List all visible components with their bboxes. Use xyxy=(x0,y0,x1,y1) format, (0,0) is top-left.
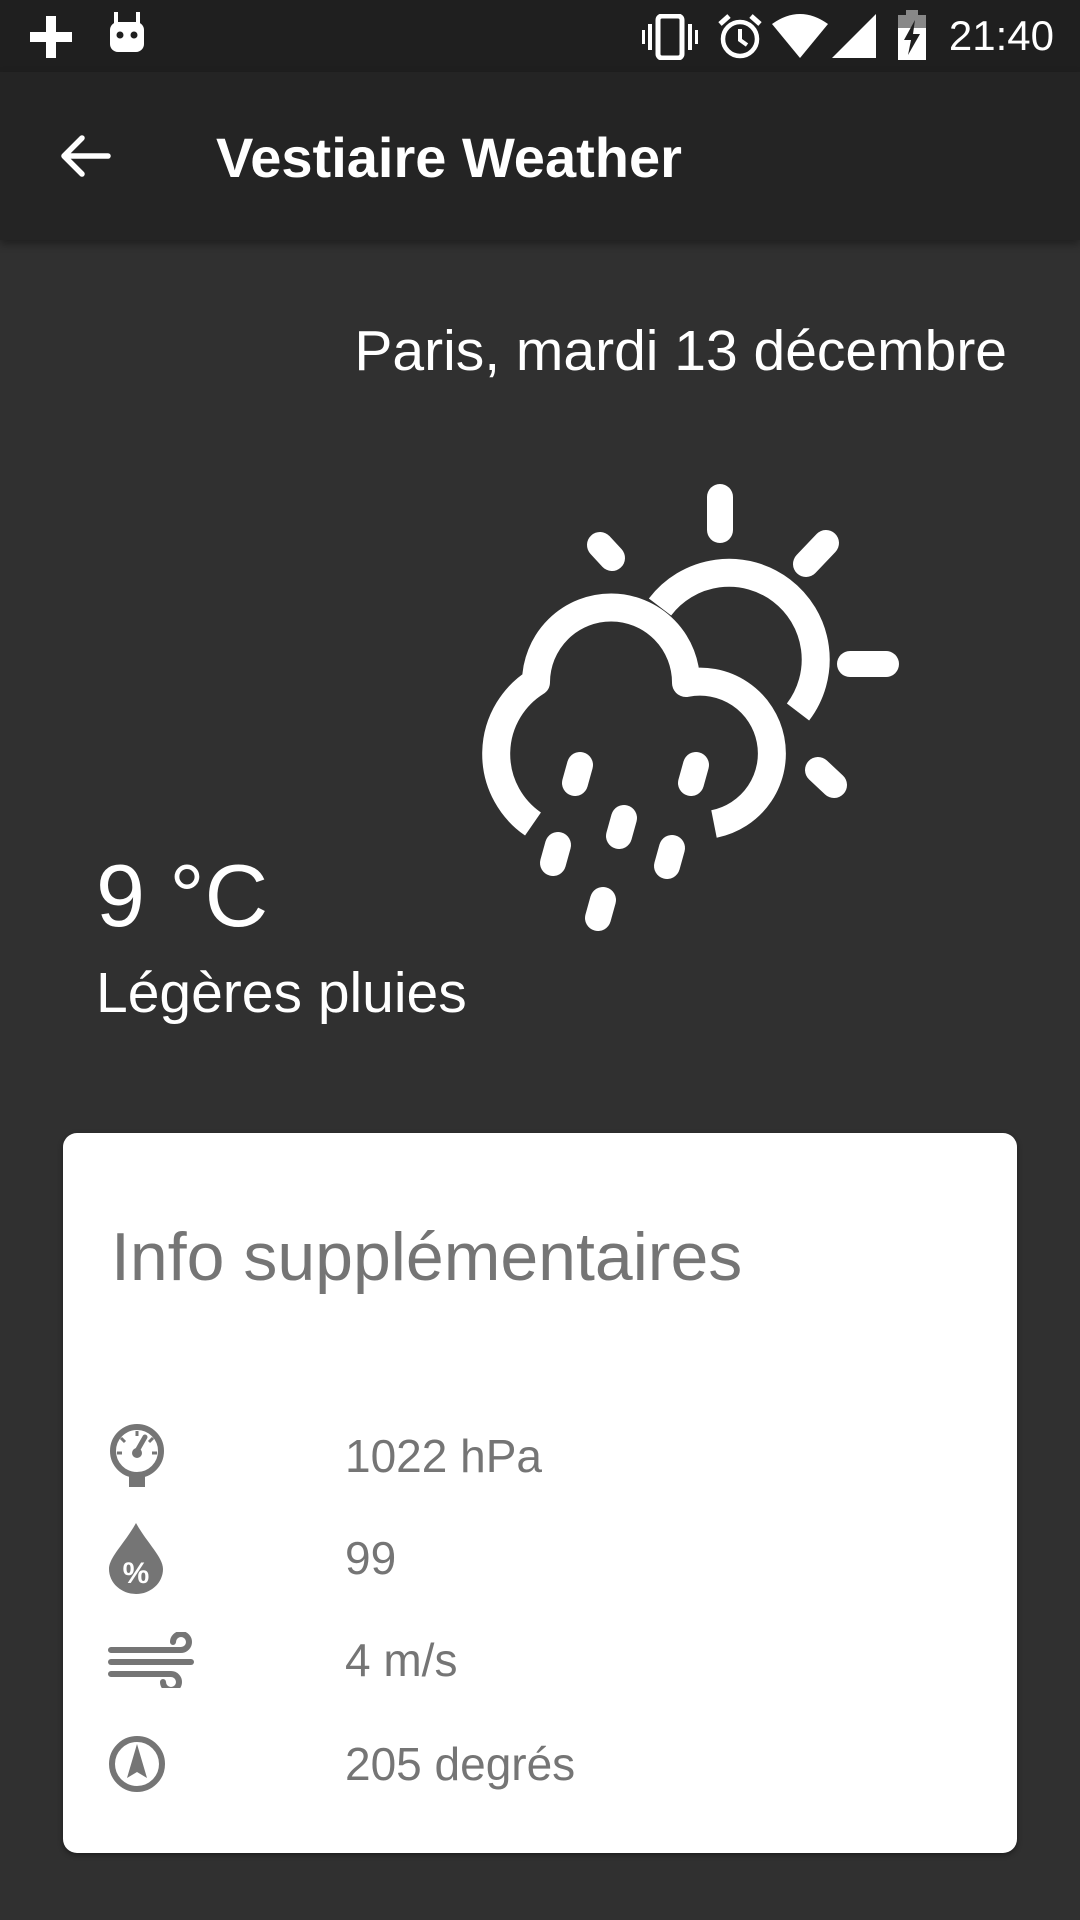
partly-cloudy-rain-icon xyxy=(482,484,899,931)
card-title: Info supplémentaires xyxy=(111,1219,743,1295)
vibrate-icon xyxy=(642,14,698,60)
compass-icon xyxy=(109,1736,165,1792)
plus-icon xyxy=(30,16,72,58)
status-time: 21:40 xyxy=(948,12,1054,59)
arrow-back-icon xyxy=(61,135,111,177)
location-date: Paris, mardi 13 décembre xyxy=(354,319,1007,383)
temperature: 9 °C xyxy=(96,846,269,945)
humidity-drop-icon: % xyxy=(109,1523,163,1594)
alarm-icon xyxy=(718,14,762,59)
info-row-pressure: 1022 hPa xyxy=(107,1411,967,1501)
pressure-gauge-icon xyxy=(110,1424,164,1487)
info-row-direction: 205 degrés xyxy=(107,1719,967,1809)
status-bar: 21:40 xyxy=(0,0,1080,72)
signal-icon xyxy=(832,14,876,58)
battery-charging-icon xyxy=(898,10,926,60)
humidity-value: 99 xyxy=(345,1532,397,1584)
android-icon xyxy=(110,12,144,52)
info-row-humidity: % 99 xyxy=(107,1513,967,1603)
wind-icon xyxy=(108,1632,194,1688)
weather-condition: Légères pluies xyxy=(96,961,467,1025)
page-title: Vestiaire Weather xyxy=(216,126,682,189)
info-card: Info supplémentaires 1022 hPa % 99 4 m/s… xyxy=(63,1133,1017,1853)
wind-direction-value: 205 degrés xyxy=(345,1738,576,1790)
svg-text:%: % xyxy=(123,1557,150,1590)
pressure-value: 1022 hPa xyxy=(345,1430,542,1482)
wifi-icon xyxy=(772,14,828,58)
back-button[interactable] xyxy=(36,108,132,204)
wind-speed-value: 4 m/s xyxy=(345,1634,458,1686)
info-row-wind: 4 m/s xyxy=(107,1615,967,1705)
